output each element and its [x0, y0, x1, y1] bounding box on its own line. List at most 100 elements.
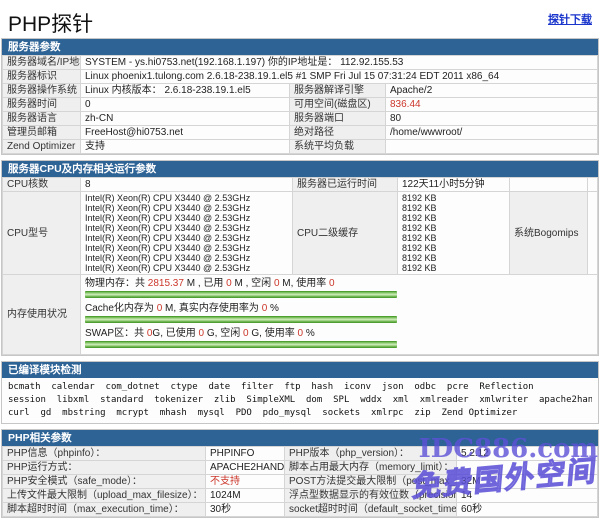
section-cpu-memory: 服务器CPU及内存相关运行参数 CPU核数 8 服务器已运行时间 122天11小… [1, 160, 599, 356]
server-domain-value: SYSTEM - ys.hi0753.net(192.168.1.197) 你的… [81, 56, 598, 70]
zend-optimizer-value: 支持 [81, 140, 290, 154]
php-sapi-label: PHP运行方式： [3, 461, 206, 475]
cpu-model-list: Intel(R) Xeon(R) CPU X3440 @ 2.53GHzInte… [81, 192, 293, 275]
memory-swap-progressbar [85, 341, 397, 348]
table-row: PHP运行方式： APACHE2HANDLER 脚本占用最大内存（memory_… [3, 461, 598, 475]
mem-text-part: G, 空闲 [204, 328, 243, 339]
uptime-label: 服务器已运行时间 [293, 178, 398, 192]
server-time-value: 0 [81, 98, 290, 112]
table-row: 上传文件最大限制（upload_max_filesize）： 1024M 浮点型… [3, 489, 598, 503]
mem-text-part: % [267, 303, 279, 314]
server-engine-label: 服务器解译引擎 [290, 84, 386, 98]
modules-line: bcmath calendar com_dotnet ctype date fi… [8, 381, 592, 394]
phpinfo-label: PHP信息（phpinfo）： [3, 447, 206, 461]
max-execution-time-label: 脚本超时时间（max_execution_time）： [3, 503, 206, 517]
mem-text-part: M , 已用 [184, 278, 226, 289]
abs-path-value: /home/wwwroot/ [386, 126, 598, 140]
section-modules-header: 已编译模块检测 [2, 362, 598, 378]
section-php-params: PHP相关参数 PHP信息（phpinfo）： PHPINFO PHP版本（ph… [1, 429, 599, 518]
uptime-value: 122天11小时5分钟 [398, 178, 510, 192]
load-avg-value [386, 140, 598, 154]
table-row: CPU核数 8 服务器已运行时间 122天11小时5分钟 [3, 178, 598, 192]
load-avg-label: 系统平均负载 [290, 140, 386, 154]
memory-limit-label: 脚本占用最大内存（memory_limit）： [285, 461, 457, 475]
server-domain-label: 服务器域名/IP地址 [3, 56, 81, 70]
table-row: CPU型号 Intel(R) Xeon(R) CPU X3440 @ 2.53G… [3, 192, 598, 275]
abs-path-label: 绝对路径 [290, 126, 386, 140]
table-row: 服务器语言 zh-CN 服务器端口 80 [3, 112, 598, 126]
modules-line: session libxml standard tokenizer zlib S… [8, 394, 592, 407]
upload-max-filesize-value: 1024M [206, 489, 285, 503]
empty-cell [588, 178, 598, 192]
server-port-value: 80 [386, 112, 598, 126]
disk-free-label: 可用空间(磁盘区) [290, 98, 386, 112]
admin-email-label: 管理员邮箱 [3, 126, 81, 140]
memory-cache-text: Cache化内存为 0 M, 真实内存使用率为 0 % [85, 302, 593, 315]
memory-physical-progressbar [85, 291, 397, 298]
php-version-label: PHP版本（php_version）： [285, 447, 457, 461]
server-os-label: 服务器操作系统 [3, 84, 81, 98]
server-ident-label: 服务器标识 [3, 70, 81, 84]
modules-list: bcmath calendar com_dotnet ctype date fi… [2, 378, 598, 423]
table-row: 服务器域名/IP地址 SYSTEM - ys.hi0753.net(192.16… [3, 56, 598, 70]
server-time-label: 服务器时间 [3, 98, 81, 112]
admin-email-value: FreeHost@hi0753.net [81, 126, 290, 140]
server-ident-value: Linux phoenix1.tulong.com 2.6.18-238.19.… [81, 70, 598, 84]
phpinfo-value: PHPINFO [206, 447, 285, 461]
table-row: Zend Optimizer 支持 系统平均负载 [3, 140, 598, 154]
section-php-params-header: PHP相关参数 [2, 430, 598, 446]
mem-text-part: % [303, 328, 315, 339]
bogomips-label: 系统Bogomips [510, 192, 588, 275]
section-server-params: 服务器参数 服务器域名/IP地址 SYSTEM - ys.hi0753.net(… [1, 38, 599, 155]
page-title: PHP探针 [8, 8, 93, 38]
mem-text-part: M, 使用率 [280, 278, 329, 289]
max-execution-time-value: 30秒 [206, 503, 285, 517]
table-row: 脚本超时时间（max_execution_time）： 30秒 socket超时… [3, 503, 598, 517]
memory-usage-label: 内存使用状况 [3, 275, 81, 355]
cpu-cache-label: CPU二级缓存 [293, 192, 398, 275]
mem-text-part: G, 使用率 [249, 328, 298, 339]
page-root: PHP探针 探针下载 服务器参数 服务器域名/IP地址 SYSTEM - ys.… [0, 0, 600, 518]
server-params-table: 服务器域名/IP地址 SYSTEM - ys.hi0753.net(192.16… [2, 55, 598, 154]
server-engine-value: Apache/2 [386, 84, 598, 98]
mem-text-part: Cache化内存为 [85, 303, 157, 314]
cpu-cores-label: CPU核数 [3, 178, 81, 192]
table-row: 服务器操作系统 Linux 内核版本： 2.6.18-238.19.1.el5 … [3, 84, 598, 98]
section-server-params-header: 服务器参数 [2, 39, 598, 55]
mem-text-part: G, 已使用 [152, 328, 198, 339]
php-sapi-value: APACHE2HANDLER [206, 461, 285, 475]
server-lang-label: 服务器语言 [3, 112, 81, 126]
probe-download-link[interactable]: 探针下载 [548, 11, 592, 27]
memory-physical-text: 物理内存：共 2815.37 M , 已用 0 M , 空闲 0 M, 使用率 … [85, 277, 593, 290]
cpu-memory-table: CPU核数 8 服务器已运行时间 122天11小时5分钟 CPU型号 Intel… [2, 177, 598, 355]
server-port-label: 服务器端口 [290, 112, 386, 126]
cpu-cache-list: 8192 KB8192 KB 8192 KB8192 KB 8192 KB819… [398, 192, 510, 275]
memory-limit-value [457, 461, 598, 475]
section-modules: 已编译模块检测 bcmath calendar com_dotnet ctype… [1, 361, 599, 424]
empty-cell [510, 178, 588, 192]
modules-line: curl gd mbstring mcrypt mhash mysql PDO … [8, 407, 592, 420]
socket-timeout-value: 60秒 [457, 503, 598, 517]
precision-label: 浮点型数据显示的有效位数（precision）： [285, 489, 457, 503]
section-cpu-memory-header: 服务器CPU及内存相关运行参数 [2, 161, 598, 177]
disk-free-value: 836.44 [386, 98, 598, 112]
socket-timeout-label: socket超时时间（default_socket_timeout）： [285, 503, 457, 517]
table-row: 服务器时间 0 可用空间(磁盘区) 836.44 [3, 98, 598, 112]
mem-text-part: M , 空闲 [232, 278, 274, 289]
table-row: 服务器标识 Linux phoenix1.tulong.com 2.6.18-2… [3, 70, 598, 84]
table-row: 管理员邮箱 FreeHost@hi0753.net 绝对路径 /home/www… [3, 126, 598, 140]
zend-optimizer-label: Zend Optimizer [3, 140, 81, 154]
table-row: PHP信息（phpinfo）： PHPINFO PHP版本（php_versio… [3, 447, 598, 461]
mem-text-part: SWAP区：共 [85, 328, 147, 339]
mem-value-part: 0 [329, 278, 335, 289]
bogomips-value [588, 192, 598, 275]
mem-value-part: 2815.37 [148, 278, 184, 289]
precision-value: 14 [457, 489, 598, 503]
memory-usage-cell: 物理内存：共 2815.37 M , 已用 0 M , 空闲 0 M, 使用率 … [81, 275, 598, 355]
cpu-model-label: CPU型号 [3, 192, 81, 275]
php-version-value: 5.2.12 [457, 447, 598, 461]
mem-text-part: 物理内存：共 [85, 278, 148, 289]
top-bar: PHP探针 探针下载 [1, 2, 599, 38]
memory-cache-progressbar [85, 316, 397, 323]
table-row: 内存使用状况 物理内存：共 2815.37 M , 已用 0 M , 空闲 0 … [3, 275, 598, 355]
